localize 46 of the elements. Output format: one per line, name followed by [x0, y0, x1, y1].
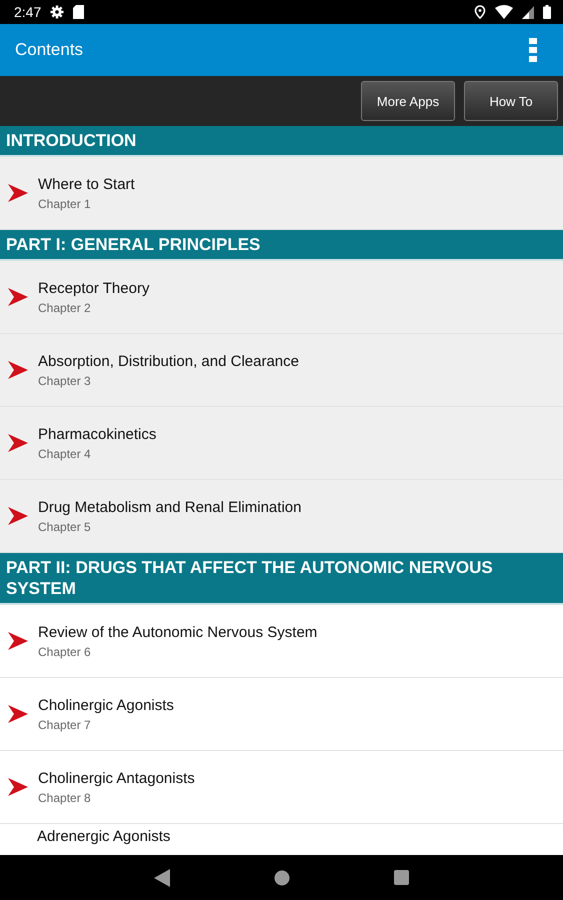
- chapter-row[interactable]: Absorption, Distribution, and Clearance Chapter 3: [0, 334, 563, 407]
- back-icon[interactable]: [154, 868, 170, 886]
- chapter-title: Cholinergic Agonists: [38, 696, 174, 714]
- section-header: PART II: DRUGS THAT AFFECT THE AUTONOMIC NERVOUS SYSTEM: [0, 553, 563, 605]
- status-time: 2:47: [14, 4, 42, 20]
- chevron-icon: [8, 183, 28, 203]
- chapter-number: Chapter 5: [38, 520, 92, 534]
- location-icon: [474, 5, 486, 19]
- chevron-icon: [8, 287, 28, 307]
- chapter-number: Chapter 1: [38, 196, 92, 210]
- chevron-icon: [8, 777, 28, 797]
- chapter-row[interactable]: Pharmacokinetics Chapter 4: [0, 407, 563, 480]
- home-icon[interactable]: [274, 870, 290, 886]
- wifi-icon: [495, 5, 513, 19]
- battery-icon: [543, 5, 551, 19]
- chapter-number: Chapter 7: [38, 718, 92, 732]
- chevron-icon: [8, 704, 28, 724]
- chapter-title: Drug Metabolism and Renal Elimination: [38, 498, 302, 516]
- section-header: INTRODUCTION: [0, 126, 563, 157]
- chapter-number: Chapter 4: [38, 446, 92, 460]
- chapter-row[interactable]: Drug Metabolism and Renal Elimination Chapter 5: [0, 480, 563, 553]
- chapter-number: Chapter 3: [38, 374, 92, 388]
- app-title: Contents: [15, 40, 84, 60]
- chapter-title: Pharmacokinetics: [38, 426, 156, 442]
- signal-icon: [522, 5, 534, 19]
- chapter-title: Cholinergic Antagonists: [38, 770, 195, 786]
- toolbar-button[interactable]: More Apps: [361, 81, 455, 121]
- menu-icon[interactable]: [529, 38, 537, 62]
- chapter-title: Review of the Autonomic Nervous System: [38, 624, 318, 640]
- toolbar-button[interactable]: How To: [464, 81, 558, 121]
- gear-icon: [50, 5, 64, 19]
- chevron-icon: [8, 433, 28, 453]
- chapter-row[interactable]: Receptor Theory Chapter 2: [0, 261, 563, 334]
- chapter-row[interactable]: Where to Start Chapter 1: [0, 157, 563, 230]
- chevron-icon: [8, 631, 28, 651]
- chapter-title: Where to Start: [38, 176, 135, 192]
- chapter-title: Adrenergic Agonists: [37, 828, 170, 845]
- sd-card-icon: [73, 5, 84, 19]
- chapter-title: Receptor Theory: [38, 280, 150, 296]
- chapter-number: Chapter 2: [38, 300, 92, 314]
- chapter-number: Chapter 8: [38, 790, 92, 804]
- section-header: PART I: GENERAL PRINCIPLES: [0, 230, 563, 261]
- chapter-number: Chapter 6: [38, 644, 92, 658]
- chevron-icon: [8, 506, 28, 526]
- chevron-icon: [8, 360, 28, 380]
- chapter-title: Absorption, Distribution, and Clearance: [38, 352, 299, 370]
